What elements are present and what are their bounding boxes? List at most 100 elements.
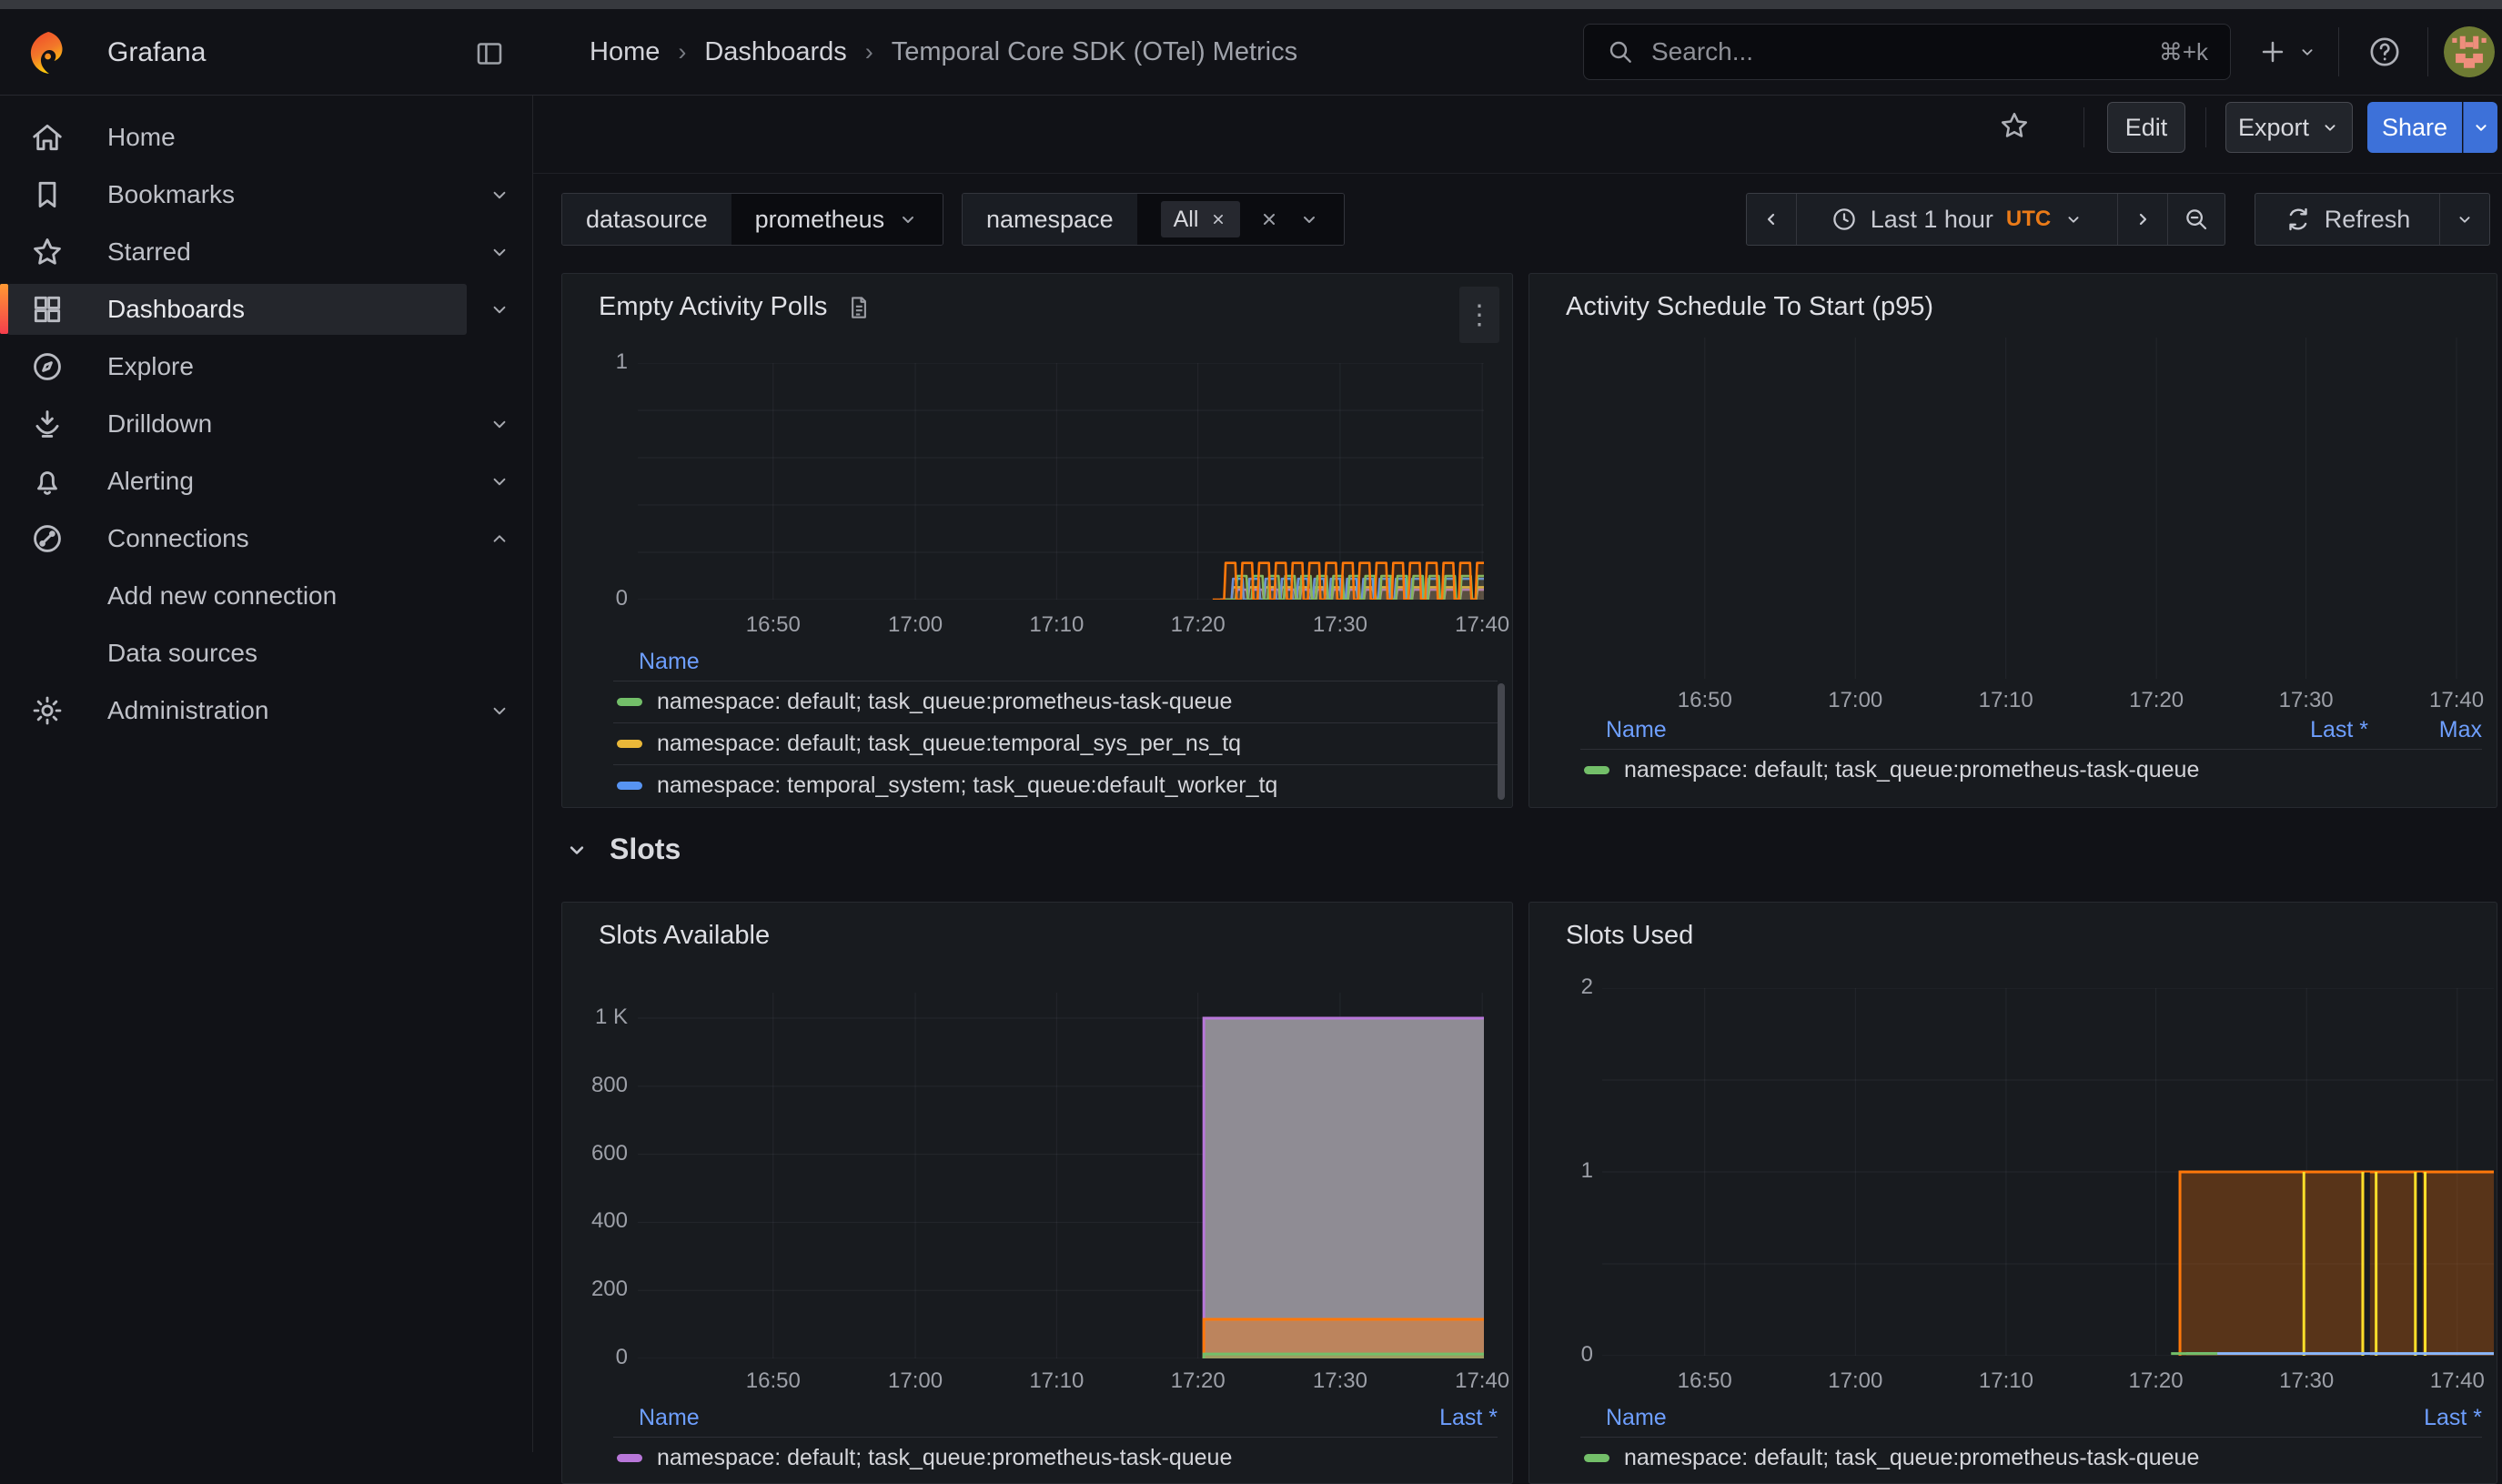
- breadcrumb-separator: ›: [865, 38, 873, 66]
- refresh-controls: Refresh: [2255, 193, 2490, 246]
- datasource-select[interactable]: prometheus: [731, 194, 943, 245]
- legend-column-last-[interactable]: Last *: [2327, 1405, 2482, 1431]
- sidebar-item-label: Connections: [107, 524, 249, 553]
- share-button[interactable]: Share: [2367, 102, 2462, 153]
- sidebar-item-label: Home: [107, 123, 176, 152]
- x-tick-label: 16:50: [723, 612, 823, 638]
- chevron-down-icon: [1298, 208, 1320, 230]
- legend-row[interactable]: namespace: temporal_system; task_queue:d…: [613, 764, 1498, 806]
- sidebar-item-administration[interactable]: Administration: [0, 681, 532, 739]
- favorite-star-icon[interactable]: [1989, 100, 2040, 151]
- chevron-down-icon[interactable]: [467, 456, 532, 507]
- panel-description-icon[interactable]: [845, 294, 873, 321]
- legend-row[interactable]: namespace: default; task_queue:prometheu…: [613, 1437, 1498, 1479]
- legend-column-name[interactable]: Name: [1606, 717, 2214, 743]
- panel-slots-used: Slots Used 210 16:5017:0017:1017:2017:30…: [1528, 902, 2497, 1484]
- legend-row[interactable]: namespace: default; task_queue:prometheu…: [1580, 1437, 2482, 1479]
- series-name: namespace: default; task_queue:temporal_…: [657, 731, 1241, 757]
- sidebar-item-connections[interactable]: Connections: [0, 510, 532, 567]
- x-tick-label: 17:20: [1148, 612, 1248, 638]
- panel-title[interactable]: Activity Schedule To Start (p95): [1566, 292, 1933, 322]
- sidebar-item-data-sources[interactable]: Data sources: [0, 624, 532, 681]
- legend-column-name[interactable]: Name: [639, 649, 1498, 675]
- refresh-label: Refresh: [2325, 206, 2411, 234]
- legend-column-last-[interactable]: Last *: [2214, 717, 2368, 743]
- legend-row[interactable]: namespace: default; task_queue:temporal_…: [613, 722, 1498, 764]
- chevron-down-icon: [564, 837, 590, 863]
- user-avatar[interactable]: [2444, 26, 2495, 77]
- panel-title[interactable]: Empty Activity Polls: [599, 292, 827, 322]
- sidebar-item-bookmarks[interactable]: Bookmarks: [0, 166, 532, 223]
- star-icon: [29, 234, 66, 270]
- help-button[interactable]: [2355, 28, 2415, 76]
- new-button[interactable]: [2240, 28, 2335, 76]
- export-button[interactable]: Export: [2225, 102, 2353, 153]
- legend-column-name[interactable]: Name: [639, 1405, 1343, 1431]
- sidebar-item-label: Starred: [107, 237, 191, 267]
- legend-scrollbar[interactable]: [1498, 683, 1505, 800]
- sidebar-item-label: Data sources: [107, 639, 257, 668]
- chart-svg: [1602, 988, 2494, 1356]
- chevron-down-icon[interactable]: [467, 399, 532, 449]
- sidebar-item-label: Administration: [107, 696, 268, 725]
- legend-column-last-[interactable]: Last *: [1343, 1405, 1498, 1431]
- panel-slots-available: Slots Available 1 K8006004002000 16:5017…: [561, 902, 1513, 1484]
- export-label: Export: [2238, 114, 2309, 142]
- plot-area[interactable]: [1602, 338, 2457, 679]
- sidebar-item-starred[interactable]: Starred: [0, 223, 532, 280]
- search-input[interactable]: Search... ⌘+k: [1583, 24, 2231, 80]
- plot-area[interactable]: [638, 993, 1484, 1358]
- y-tick-label: 400: [591, 1208, 628, 1234]
- legend-column-name[interactable]: Name: [1606, 1405, 2327, 1431]
- clear-icon[interactable]: [1258, 208, 1280, 230]
- namespace-value-chip[interactable]: All: [1161, 201, 1241, 237]
- plot-area[interactable]: [1602, 988, 2494, 1356]
- window-top-strip: [0, 0, 2502, 9]
- time-range-picker[interactable]: Last 1 hour UTC: [1796, 194, 2117, 245]
- y-tick-label: 2: [1581, 974, 1593, 1000]
- y-axis-labels: 210: [1542, 988, 1593, 1356]
- share-dropdown-button[interactable]: [2463, 102, 2497, 153]
- chevron-down-icon[interactable]: [467, 169, 532, 220]
- slots-section-toggle[interactable]: Slots: [564, 833, 681, 866]
- chevron-down-icon[interactable]: [467, 685, 532, 736]
- time-shift-back-button[interactable]: [1747, 194, 1796, 245]
- x-tick-label: 17:00: [1805, 1368, 1905, 1394]
- panel-menu-button[interactable]: ⋮: [1459, 287, 1499, 343]
- chevron-up-icon[interactable]: [467, 513, 532, 564]
- edit-button[interactable]: Edit: [2107, 102, 2185, 153]
- datasource-label: datasource: [562, 194, 731, 245]
- refresh-interval-dropdown[interactable]: [2439, 194, 2489, 245]
- breadcrumb-item[interactable]: Home: [590, 37, 660, 67]
- sidebar-item-explore[interactable]: Explore: [0, 338, 532, 395]
- refresh-button[interactable]: Refresh: [2255, 194, 2439, 245]
- sidebar-item-home[interactable]: Home: [0, 108, 532, 166]
- time-shift-forward-button[interactable]: [2117, 194, 2167, 245]
- legend-row[interactable]: namespace: default; task_queue:prometheu…: [1580, 749, 2482, 791]
- legend-column-max[interactable]: Max: [2368, 717, 2482, 743]
- legend-row[interactable]: namespace: default; task_queue:prometheu…: [613, 681, 1498, 722]
- zoom-out-button[interactable]: [2167, 194, 2225, 245]
- series-name: namespace: default; task_queue:prometheu…: [1624, 1445, 2199, 1471]
- gear-icon: [29, 692, 66, 729]
- sidebar-item-add-new-connection[interactable]: Add new connection: [0, 567, 532, 624]
- breadcrumb-item[interactable]: Dashboards: [704, 37, 846, 67]
- remove-value-icon[interactable]: [1209, 210, 1227, 228]
- x-tick-label: 17:10: [1006, 1368, 1106, 1394]
- sidebar-item-alerting[interactable]: Alerting: [0, 452, 532, 510]
- sidebar-toggle-icon[interactable]: [469, 34, 509, 74]
- plot-area[interactable]: [638, 363, 1484, 600]
- brand-name: Grafana: [107, 9, 206, 96]
- sidebar-item-dashboards[interactable]: Dashboards: [0, 280, 532, 338]
- chevron-down-icon[interactable]: [467, 227, 532, 278]
- grafana-logo-icon[interactable]: [24, 29, 71, 76]
- panel-title[interactable]: Slots Available: [599, 921, 770, 951]
- sidebar-item-label: Drilldown: [107, 409, 212, 439]
- x-tick-label: 17:40: [1432, 612, 1513, 638]
- chart-svg: [1602, 338, 2457, 679]
- chevron-down-icon[interactable]: [467, 284, 532, 335]
- panel-title[interactable]: Slots Used: [1566, 921, 1693, 951]
- x-tick-label: 17:20: [2106, 688, 2206, 713]
- sidebar-item-drilldown[interactable]: Drilldown: [0, 395, 532, 452]
- namespace-select[interactable]: All: [1137, 194, 1345, 245]
